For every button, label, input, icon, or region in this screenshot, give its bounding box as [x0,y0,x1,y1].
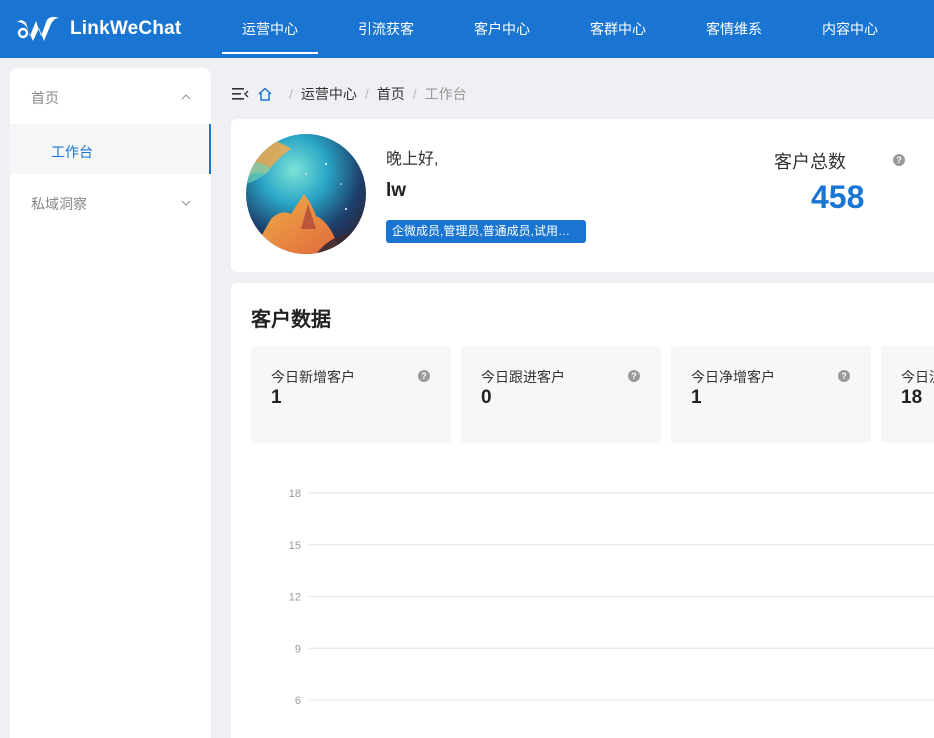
sidebar-item-workbench[interactable]: 工作台 [10,124,211,174]
nav-relationship[interactable]: 客情维系 [676,0,792,58]
help-icon[interactable]: ? [418,370,430,382]
sidebar-group-insight[interactable]: 私域洞察 [10,174,211,230]
customer-trend-chart: 18 15 12 9 6 [289,488,934,707]
profile-card: 晚上好, lw 企微成员,管理员,普通成员,试用账号 客户总数 ? 458 [231,119,934,272]
greeting-text: 晚上好, [386,151,439,168]
breadcrumb-item[interactable]: 运营中心 [301,84,357,104]
chart-y-tick-label: 6 [295,695,301,707]
stat-card-followed: 今日跟进客户 ? 0 [461,346,661,443]
stat-label: 今日新增客户 [271,369,355,385]
home-icon[interactable] [257,86,273,102]
nav-acquisition[interactable]: 引流获客 [328,0,444,58]
chevron-down-icon [181,174,191,234]
sidebar: 首页 工作台 私域洞察 [10,68,211,738]
nav-customer-center[interactable]: 客户中心 [444,0,560,58]
top-header: LinkWeChat 运营中心 引流获客 客户中心 客群中心 客情维系 内容中心 [0,0,934,58]
customer-data-card: 客户数据 今日新增客户 ? 1 今日跟进客户 ? 0 今日净增客户 ? 1 今日… [231,283,934,738]
chart-y-tick-label: 18 [289,488,301,500]
stat-value: 18 [901,387,923,408]
stat-label: 今日流失客户 [901,369,934,385]
role-badge: 企微成员,管理员,普通成员,试用账号 [386,220,586,243]
stat-card-new: 今日新增客户 ? 1 [251,346,451,443]
brand-name: LinkWeChat [70,18,182,39]
stat-card-lost: 今日流失客户 ? 18 [881,346,934,443]
total-customers-value: 458 [811,179,865,215]
logo[interactable]: LinkWeChat [14,14,181,44]
sidebar-group-label: 首页 [31,90,59,106]
breadcrumb-current: 工作台 [424,86,467,102]
breadcrumb-separator: / [364,86,369,102]
nav-group-center[interactable]: 客群中心 [560,0,676,58]
chart-y-tick-label: 12 [289,592,301,604]
help-icon[interactable]: ? [628,370,640,382]
nav-operations[interactable]: 运营中心 [212,0,328,58]
stat-label: 今日净增客户 [691,369,775,385]
stat-label: 今日跟进客户 [481,369,565,385]
stat-value: 0 [481,387,492,408]
chart-y-tick-label: 15 [289,540,301,552]
breadcrumb-separator: / [289,86,293,102]
stat-value: 1 [691,387,702,408]
username: lw [386,180,407,201]
help-icon[interactable]: ? [838,370,850,382]
breadcrumb-separator: / [412,86,417,102]
help-icon[interactable]: ? [893,154,905,166]
stat-value: 1 [271,387,282,408]
menu-fold-icon[interactable] [232,87,249,101]
chart-y-tick-label: 9 [295,643,301,655]
chevron-up-icon [181,68,191,128]
total-customers-label: 客户总数 [774,152,846,172]
breadcrumb: / 运营中心 / 首页 / 工作台 [232,84,467,104]
avatar[interactable] [246,134,366,254]
stat-card-net: 今日净增客户 ? 1 [671,346,871,443]
sidebar-item-label: 工作台 [51,144,93,160]
avatar-image [246,134,366,254]
breadcrumb-item[interactable]: 首页 [377,84,405,104]
top-nav: 运营中心 引流获客 客户中心 客群中心 客情维系 内容中心 [212,0,908,58]
sidebar-group-home[interactable]: 首页 [10,68,211,124]
linkwechat-logo-icon [17,16,59,41]
nav-content-center[interactable]: 内容中心 [792,0,908,58]
section-title: 客户数据 [251,309,331,331]
sidebar-group-label: 私域洞察 [31,196,87,212]
